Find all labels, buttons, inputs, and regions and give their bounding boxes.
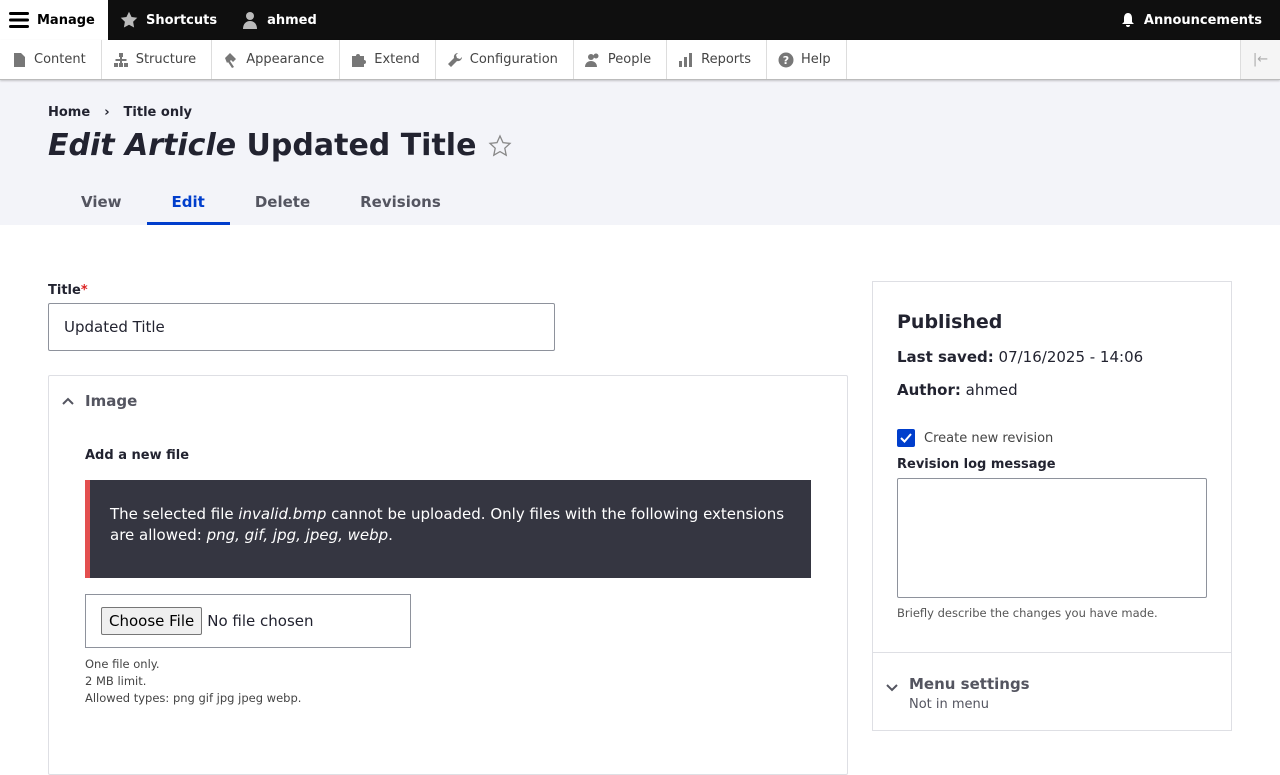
breadcrumb-home[interactable]: Home [48, 105, 90, 120]
bar-chart-icon [679, 52, 693, 67]
image-summary[interactable]: Image [61, 376, 811, 426]
tray-item-label: Content [34, 52, 86, 67]
breadcrumb: Home › Title only [48, 80, 1232, 120]
hamburger-icon [9, 12, 29, 28]
add-file-label: Add a new file [85, 448, 190, 463]
tray-item-label: Reports [701, 52, 751, 67]
sitemap-icon [113, 52, 128, 67]
user-button[interactable]: ahmed [229, 0, 329, 40]
tray-item-extend[interactable]: Extend [340, 40, 436, 79]
manage-button[interactable]: Manage [0, 0, 108, 40]
file-status: No file chosen [207, 612, 314, 630]
tray-item-configuration[interactable]: Configuration [436, 40, 574, 79]
tray-item-structure[interactable]: Structure [102, 40, 213, 79]
breadcrumb-current[interactable]: Title only [124, 105, 192, 120]
choose-file-button[interactable]: Choose File [101, 607, 203, 635]
star-icon [120, 11, 138, 28]
page-header: Home › Title only Edit Article Updated T… [0, 80, 1280, 225]
tray-item-people[interactable]: People [574, 40, 668, 79]
tab-edit[interactable]: Edit [146, 193, 230, 225]
svg-text:?: ? [783, 54, 789, 67]
user-icon [243, 12, 258, 29]
primary-tabs: View Edit Delete Revisions [56, 193, 466, 225]
paint-icon [225, 52, 237, 68]
revision-hint: Briefly describe the changes you have ma… [897, 606, 1158, 620]
shortcuts-button[interactable]: Shortcuts [108, 0, 229, 40]
node-form: Title* Updated Title Image Add a new fil… [48, 283, 848, 775]
announcements-label: Announcements [1143, 12, 1262, 28]
last-saved: Last saved: 07/16/2025 - 14:06 [897, 348, 1144, 366]
tab-delete[interactable]: Delete [230, 193, 335, 225]
file-description: One file only. 2 MB limit. Allowed types: … [85, 657, 302, 705]
admin-toolbar: Manage Shortcuts ahmed Announcements [0, 0, 1280, 40]
title-label: Title* [48, 283, 88, 298]
shortcuts-label: Shortcuts [146, 12, 218, 28]
tray-item-label: Appearance [246, 52, 325, 67]
menu-settings-label: Menu settings [909, 675, 1030, 693]
file-icon [14, 52, 25, 67]
admin-menu-tray: Content Structure Appearance Extend Configur… [0, 40, 1280, 80]
title-text: Updated Title [246, 128, 477, 163]
star-outline-icon[interactable] [488, 133, 512, 158]
author: Author: ahmed [897, 381, 1018, 399]
file-upload: Choose File No file chosen [85, 594, 411, 648]
breadcrumb-separator: › [104, 105, 110, 120]
publish-status: Published [897, 311, 1003, 333]
menu-settings[interactable]: Menu settings Not in menu [873, 652, 1231, 734]
people-icon [584, 53, 599, 67]
chevron-up-icon [62, 397, 74, 405]
create-revision-label: Create new revision [924, 430, 1054, 446]
manage-label: Manage [37, 12, 95, 28]
create-revision-checkbox[interactable]: Create new revision [897, 429, 1207, 447]
tray-item-reports[interactable]: Reports [667, 40, 767, 79]
tray-item-label: Help [801, 52, 831, 67]
checkbox-checked[interactable] [897, 429, 915, 447]
user-label: ahmed [267, 12, 317, 28]
error-message: The selected file invalid.bmp cannot be … [85, 480, 811, 578]
tab-view[interactable]: View [56, 193, 147, 225]
tray-item-label: Configuration [469, 52, 558, 67]
revision-log-textarea[interactable] [897, 478, 1207, 598]
meta-sidebar: Published Last saved: 07/16/2025 - 14:06… [872, 281, 1232, 731]
image-summary-label: Image [85, 392, 138, 410]
tray-item-appearance[interactable]: Appearance [212, 40, 341, 79]
tab-revisions[interactable]: Revisions [335, 193, 466, 225]
page-title: Edit Article Updated Title [48, 128, 1232, 163]
wrench-icon [447, 52, 462, 67]
bell-icon [1121, 13, 1134, 27]
tray-item-label: Extend [374, 52, 420, 67]
tray-item-label: People [607, 52, 652, 67]
collapse-icon: |← [1252, 52, 1269, 67]
chevron-down-icon [886, 684, 898, 692]
title-emphasis: Edit Article [48, 128, 237, 163]
tray-item-content[interactable]: Content [0, 40, 102, 79]
tray-item-help[interactable]: ? Help [767, 40, 847, 79]
tray-item-label: Structure [135, 52, 197, 67]
revision-log-label: Revision log message [897, 457, 1056, 472]
image-details: Image Add a new file The selected file i… [48, 375, 848, 775]
title-input[interactable]: Updated Title [48, 303, 555, 351]
menu-status: Not in menu [909, 697, 990, 712]
check-icon [900, 433, 912, 443]
collapse-tray-button[interactable]: |← [1240, 40, 1280, 79]
announcements-button[interactable]: Announcements [1108, 0, 1280, 40]
required-marker: * [80, 283, 88, 298]
help-icon: ? [778, 52, 794, 67]
puzzle-icon [352, 53, 367, 67]
